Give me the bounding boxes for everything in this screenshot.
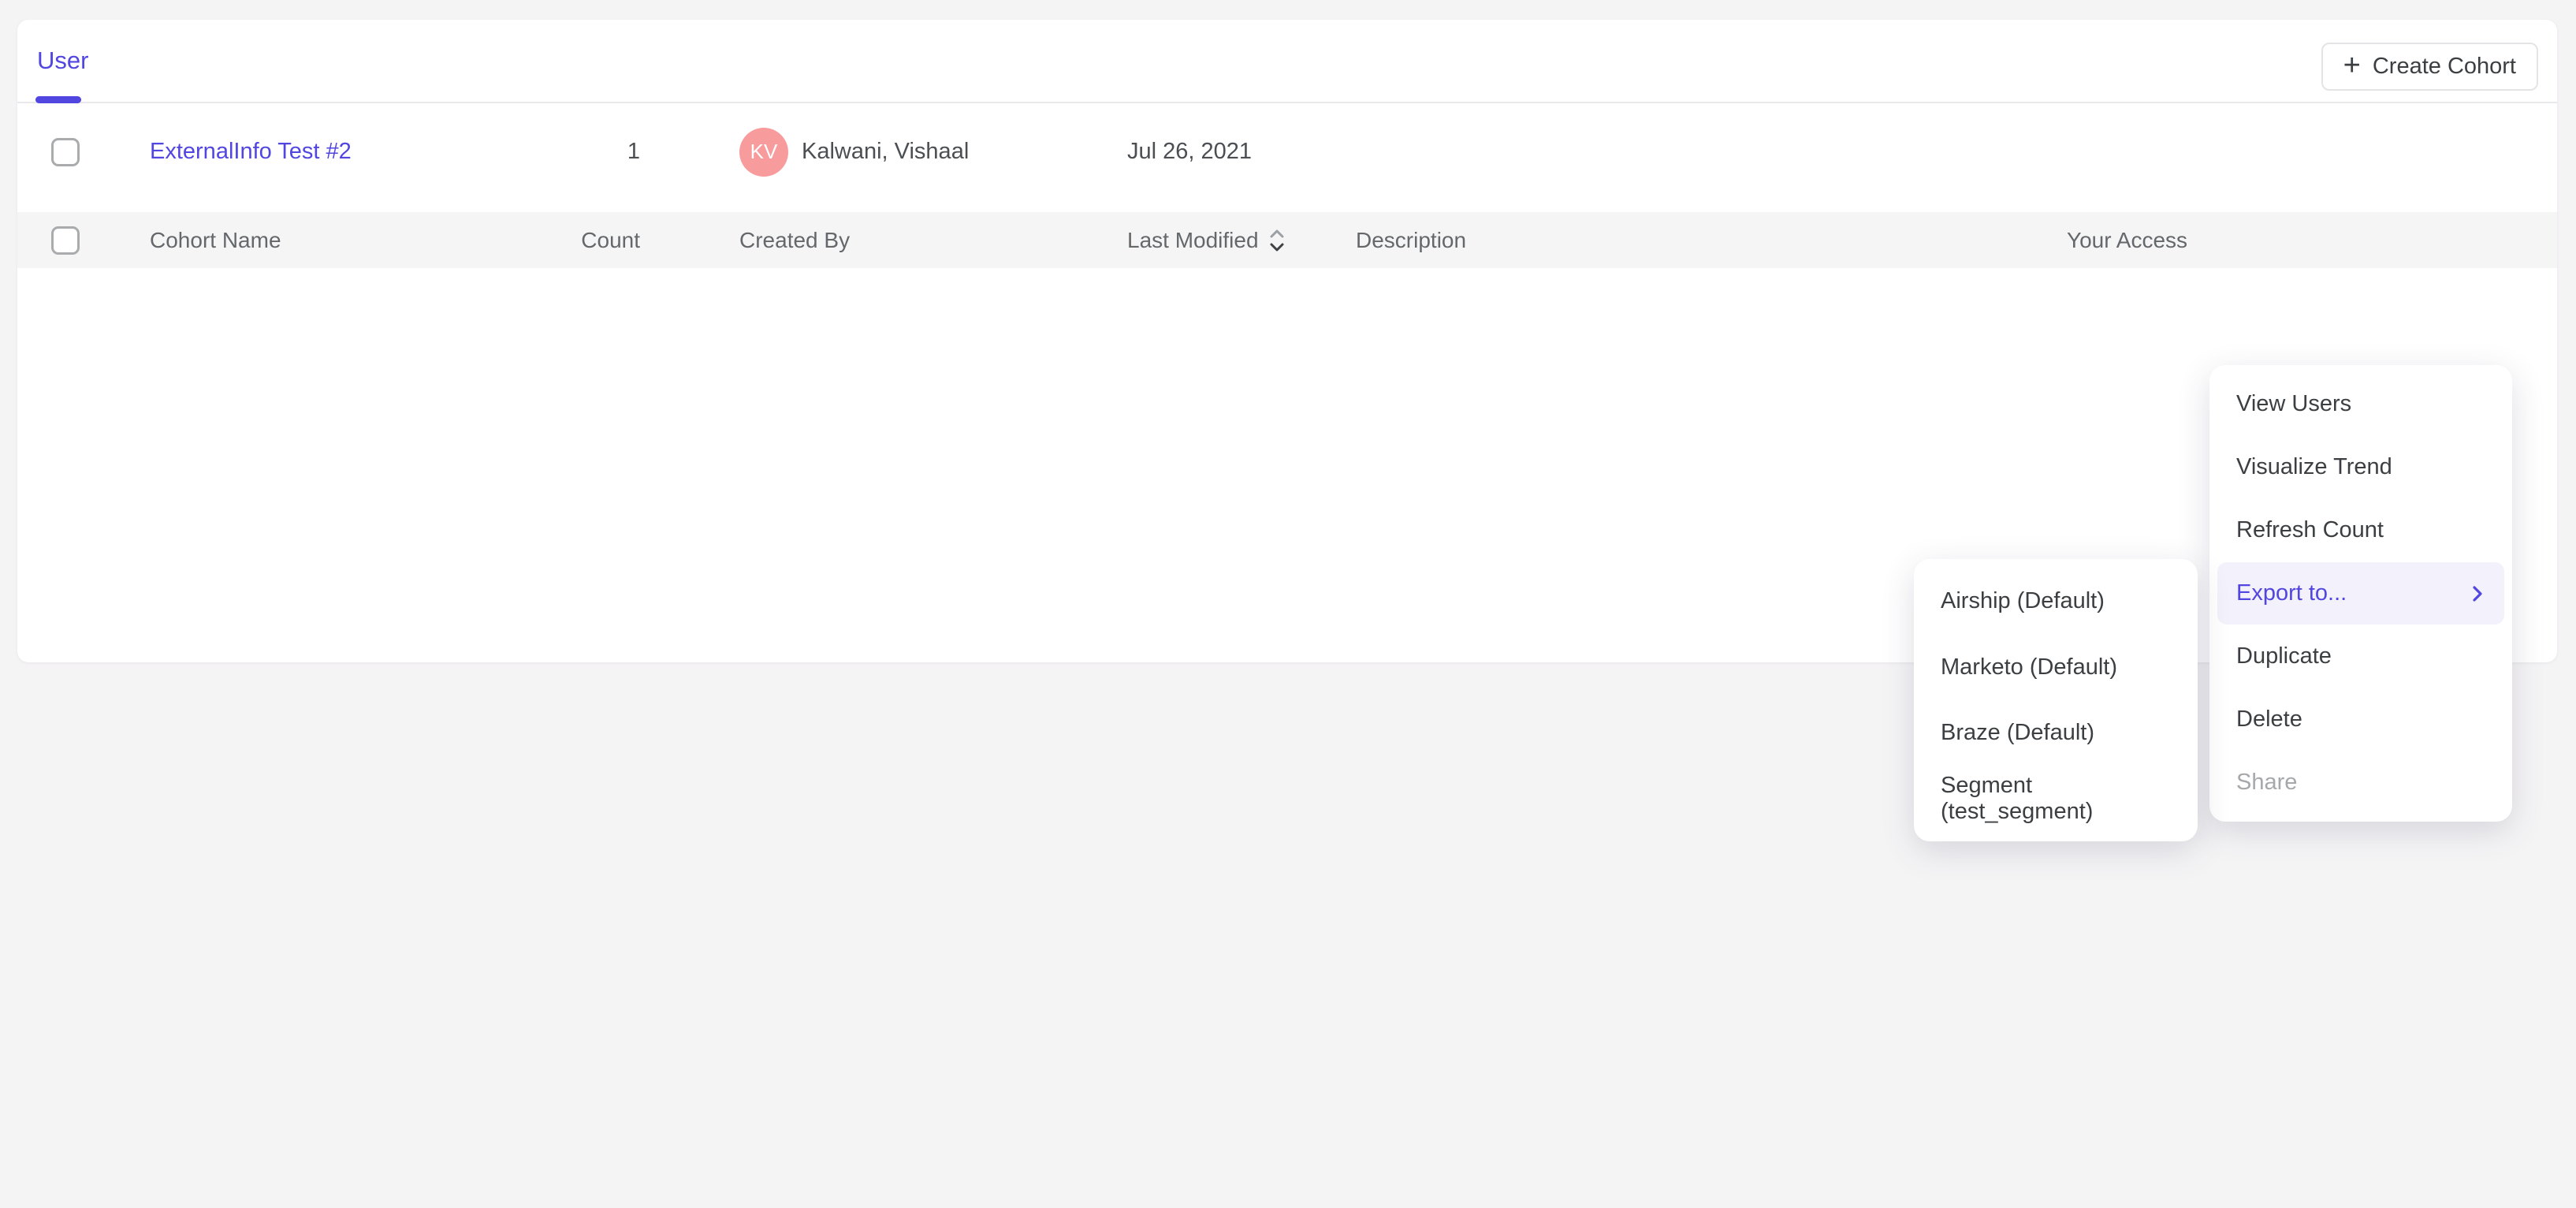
export-submenu-item-label: Braze (Default) bbox=[1941, 720, 2094, 746]
last-modified-label: Last Modified bbox=[1127, 228, 1259, 253]
export-submenu-item[interactable]: Airship (Default) bbox=[1923, 569, 2188, 635]
column-header-last-modified[interactable]: Last Modified bbox=[1127, 227, 1356, 254]
export-submenu-item[interactable]: Braze (Default) bbox=[1923, 700, 2188, 766]
cohort-count: 1 bbox=[627, 139, 640, 165]
column-header-created-by[interactable]: Created By bbox=[640, 228, 1127, 253]
export-submenu-item-label: Segment (test_segment) bbox=[1941, 773, 2171, 825]
tab-user[interactable]: User bbox=[37, 20, 88, 102]
context-menu-item-label: Duplicate bbox=[2236, 643, 2332, 669]
context-menu-item-label: Export to... bbox=[2236, 580, 2347, 606]
context-menu-item[interactable]: Share bbox=[2217, 751, 2504, 814]
column-header-your-access[interactable]: Your Access bbox=[2067, 228, 2459, 253]
plus-icon: + bbox=[2343, 50, 2361, 80]
context-menu-item[interactable]: Duplicate bbox=[2217, 625, 2504, 688]
context-menu-item[interactable]: Delete bbox=[2217, 688, 2504, 751]
chevron-right-icon bbox=[2470, 583, 2485, 604]
column-header-count[interactable]: Count bbox=[560, 228, 640, 253]
context-menu-item-label: Delete bbox=[2236, 707, 2302, 733]
create-cohort-button[interactable]: + Create Cohort bbox=[2321, 43, 2538, 91]
created-by-name: Kalwani, Vishaal bbox=[802, 139, 969, 165]
active-tab-underline bbox=[35, 96, 81, 103]
select-all-checkbox[interactable] bbox=[51, 226, 80, 255]
table-header: Cohort Name Count Created By Last Modifi… bbox=[17, 212, 2557, 268]
sort-desc-icon[interactable] bbox=[1267, 227, 1287, 254]
cohort-name-link[interactable]: ExternalInfo Test #2 bbox=[150, 139, 352, 165]
tabs-row: User + Create Cohort bbox=[17, 20, 2557, 103]
export-submenu-item[interactable]: Segment (test_segment) bbox=[1923, 766, 2188, 833]
create-cohort-label: Create Cohort bbox=[2373, 54, 2516, 80]
context-menu-item-label: Visualize Trend bbox=[2236, 454, 2392, 480]
export-submenu-item[interactable]: Marketo (Default) bbox=[1923, 635, 2188, 701]
export-submenu-item-label: Marketo (Default) bbox=[1941, 654, 2117, 680]
export-submenu-item-label: Airship (Default) bbox=[1941, 588, 2105, 614]
context-menu-item[interactable]: Export to... bbox=[2217, 562, 2504, 625]
context-menu-item-label: Refresh Count bbox=[2236, 517, 2384, 543]
context-menu-item[interactable]: Visualize Trend bbox=[2217, 436, 2504, 499]
context-menu-item-label: Share bbox=[2236, 770, 2297, 796]
last-modified-value: Jul 26, 2021 bbox=[1127, 139, 1252, 165]
row-context-menu: View Users Visualize Trend Refresh Count… bbox=[2209, 365, 2512, 822]
context-menu-item[interactable]: View Users bbox=[2217, 373, 2504, 436]
avatar: KV bbox=[739, 128, 788, 177]
row-checkbox[interactable] bbox=[51, 138, 80, 166]
column-header-cohort-name[interactable]: Cohort Name bbox=[150, 228, 560, 253]
export-submenu: Airship (Default) Marketo (Default) Braz… bbox=[1914, 559, 2198, 841]
column-header-description[interactable]: Description bbox=[1356, 228, 2067, 253]
context-menu-item[interactable]: Refresh Count bbox=[2217, 499, 2504, 562]
table-row[interactable]: ExternalInfo Test #2 1 KV Kalwani, Visha… bbox=[17, 103, 2557, 200]
context-menu-item-label: View Users bbox=[2236, 391, 2351, 417]
